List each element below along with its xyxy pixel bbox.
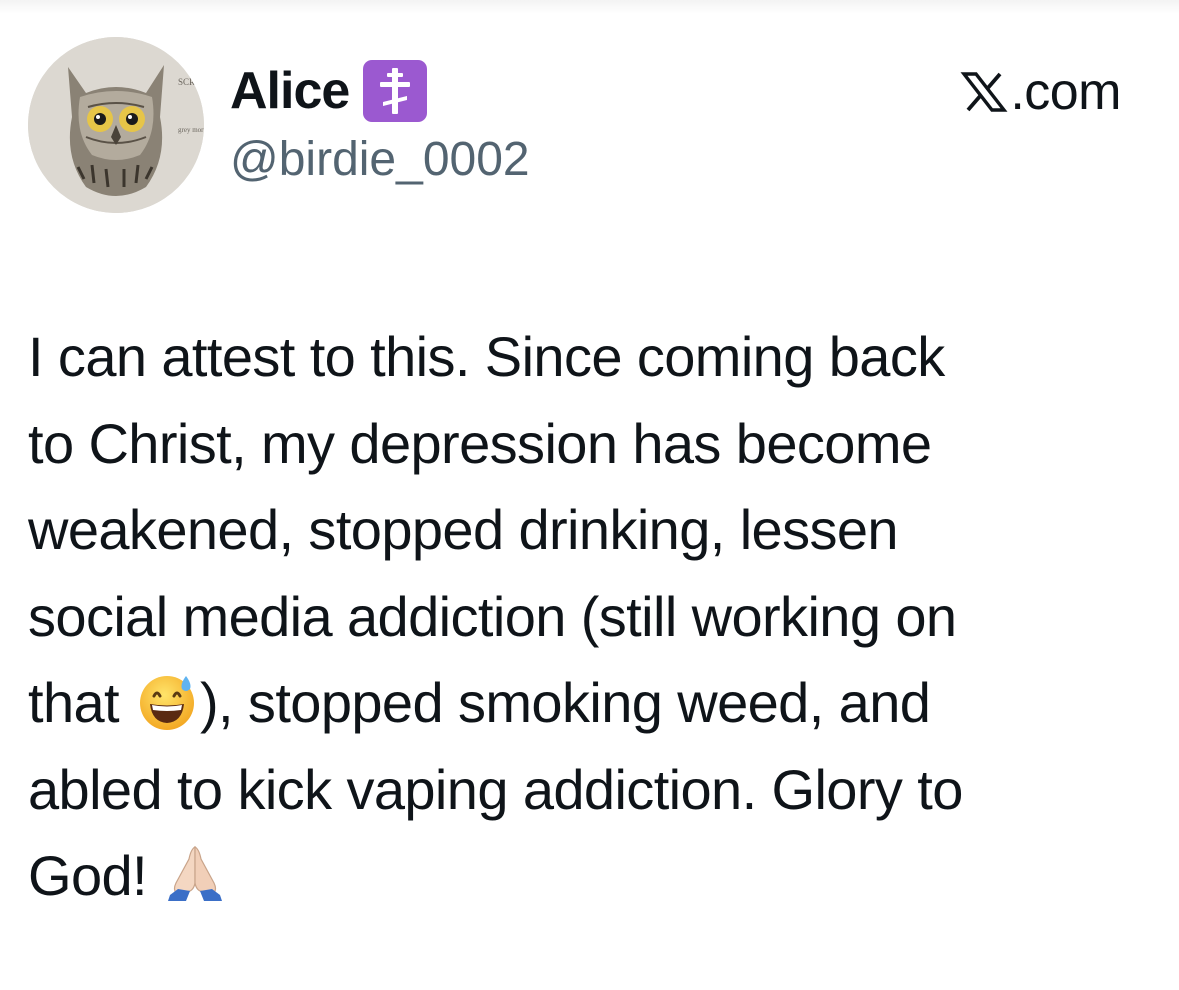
post-text-line: weakened, stopped drinking, lessen [28,498,899,561]
post-text-fragment: God! [28,844,162,907]
post-text-line: social media addiction (still working on [28,584,957,648]
top-edge [0,0,1179,14]
x-com-watermark: .com [960,60,1121,124]
post-text-line: God! [28,833,1148,920]
avatar[interactable]: SCR grey morph [28,37,204,213]
author-name-row: Alice [230,58,428,124]
post-text-line: that ), stopped smoking weed, and [28,660,1148,747]
watermark-text: .com [1010,63,1121,121]
user-handle[interactable]: @birdie_0002 [230,133,530,187]
x-logo-icon [960,68,1008,116]
orthodox-cross-icon [363,60,428,122]
folded-hands-emoji [164,843,226,905]
post-text: I can attest to this. Since coming back … [28,314,1148,920]
display-name[interactable]: Alice [230,65,350,117]
post-text-line: to Christ, my depression has become [28,411,932,475]
post-text-fragment: ), stopped smoking weed, and [199,671,931,734]
owl-avatar-icon: SCR grey morph [28,37,204,213]
avatar-label-morph: grey morph [178,126,204,134]
avatar-label-scr: SCR [178,77,195,87]
post-text-fragment: that [28,671,134,734]
post-text-line: I can attest to this. Since coming back [28,325,945,388]
post-text-line: abled to kick vaping addiction. Glory to [28,757,963,821]
grinning-face-with-sweat-emoji [136,670,198,732]
